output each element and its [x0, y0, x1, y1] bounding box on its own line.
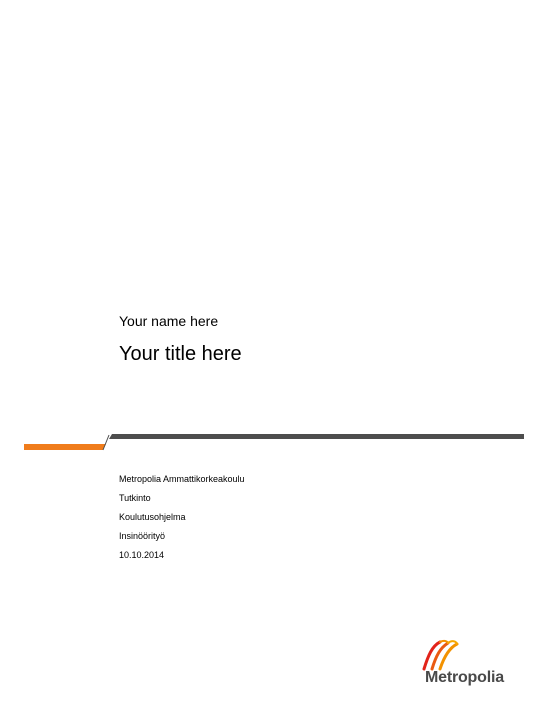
divider-slant [102, 434, 110, 451]
meta-programme: Koulutusohjelma [119, 512, 186, 522]
divider-orange-segment [24, 444, 106, 450]
metropolia-logo-text: Metropolia [425, 669, 504, 686]
document-title: Your title here [119, 343, 242, 365]
meta-thesis-type: Insinöörityö [119, 531, 166, 541]
meta-degree: Tutkinto [119, 493, 151, 503]
author-name: Your name here [119, 313, 219, 329]
meta-institution: Metropolia Ammattikorkeakoulu [119, 474, 245, 484]
meta-date: 10.10.2014 [119, 550, 165, 560]
metropolia-logo: Metropolia [410, 636, 520, 692]
metropolia-logo-icon [422, 639, 459, 671]
divider-dark-segment [109, 434, 524, 439]
divider-bar [24, 434, 524, 451]
document-metadata: Metropolia Ammattikorkeakoulu Tutkinto K… [119, 474, 245, 569]
cover-page: Your name here Your title here Metropoli… [0, 0, 548, 709]
